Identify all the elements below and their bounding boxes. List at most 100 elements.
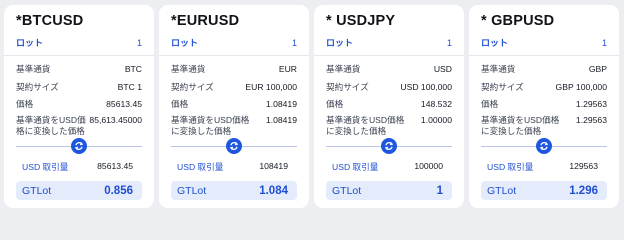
price-row: 価格 148.532 <box>326 99 452 110</box>
usd-converted-price-value: 1.08419 <box>265 115 297 125</box>
base-currency-value: USD <box>433 64 452 74</box>
price-label: 価格 <box>481 99 499 109</box>
base-currency-row: 基準通貨 GBP <box>481 64 607 75</box>
lot-row[interactable]: ロット 1 <box>326 38 452 49</box>
lot-row[interactable]: ロット 1 <box>481 38 607 49</box>
contract-size-label: 契約サイズ <box>326 82 369 92</box>
contract-size-label: 契約サイズ <box>16 82 59 92</box>
contract-size-label: 契約サイズ <box>171 82 214 92</box>
contract-size-row: 契約サイズ BTC 1 <box>16 82 142 93</box>
base-currency-label: 基準通貨 <box>326 64 361 74</box>
usd-converted-price-label: 基準通貨をUSD価格に変換した価格 <box>16 115 86 136</box>
contract-size-value: BTC 1 <box>117 82 142 92</box>
lot-value[interactable]: 1 <box>292 38 297 49</box>
separator <box>4 55 154 56</box>
price-label: 価格 <box>326 99 344 109</box>
swap-arrows-icon <box>384 142 394 150</box>
gtlot-result: GTLot 1 <box>326 181 452 200</box>
gtlot-value: 1 <box>436 184 443 197</box>
gtlot-label: GTLot <box>22 184 52 197</box>
price-label: 価格 <box>171 99 189 109</box>
lot-value[interactable]: 1 <box>602 38 607 49</box>
gtlot-value: 1.084 <box>259 184 288 197</box>
usd-volume-row: USD 取引量 108419 <box>171 161 297 173</box>
symbol-card-btcusd: *BTCUSD ロット 1 基準通貨 BTC 契約サイズ BTC 1 価格 85… <box>4 5 154 208</box>
usd-converted-price-row: 基準通貨をUSD価格に変換した価格 1.00000 <box>326 115 452 136</box>
swap-arrows-icon <box>539 142 549 150</box>
separator <box>314 55 464 56</box>
price-value: 1.29563 <box>575 99 607 109</box>
base-currency-label: 基準通貨 <box>171 64 206 74</box>
contract-size-row: 契約サイズ EUR 100,000 <box>171 82 297 93</box>
usd-volume-label: USD 取引量 <box>22 162 69 172</box>
gtlot-label: GTLot <box>332 184 362 197</box>
swap-button[interactable] <box>226 138 242 154</box>
lot-label: ロット <box>481 38 509 48</box>
base-currency-value: GBP <box>588 64 607 74</box>
card-title: * USDJPY <box>326 13 396 29</box>
base-currency-row: 基準通貨 EUR <box>171 64 297 75</box>
symbol-card-gbpusd: * GBPUSD ロット 1 基準通貨 GBP 契約サイズ GBP 100,00… <box>469 5 619 208</box>
usd-volume-row: USD 取引量 85613.45 <box>16 161 142 173</box>
swap-button[interactable] <box>381 138 397 154</box>
swap-button[interactable] <box>71 138 87 154</box>
usd-volume-row: USD 取引量 129563 <box>481 161 607 173</box>
price-value: 1.08419 <box>265 99 297 109</box>
usd-volume-label: USD 取引量 <box>177 162 224 172</box>
base-currency-value: EUR <box>278 64 297 74</box>
usd-converted-price-value: 1.00000 <box>420 115 452 125</box>
usd-volume-label: USD 取引量 <box>332 162 379 172</box>
usd-converted-price-label: 基準通貨をUSD価格に変換した価格 <box>481 115 560 136</box>
usd-volume-value: 85613.45 <box>97 161 133 171</box>
contract-size-value: USD 100,000 <box>400 82 452 92</box>
gtlot-result: GTLot 1.296 <box>481 181 607 200</box>
separator <box>159 55 309 56</box>
lot-label: ロット <box>171 38 199 48</box>
card-title: *BTCUSD <box>16 13 84 29</box>
swap-button[interactable] <box>536 138 552 154</box>
lot-row[interactable]: ロット 1 <box>171 38 297 49</box>
contract-size-row: 契約サイズ GBP 100,000 <box>481 82 607 93</box>
price-row: 価格 1.29563 <box>481 99 607 110</box>
usd-converted-price-value: 85,613.45000 <box>89 115 142 125</box>
usd-converted-price-row: 基準通貨をUSD価格に変換した価格 85,613.45000 <box>16 115 142 136</box>
contract-size-value: EUR 100,000 <box>245 82 297 92</box>
symbol-card-eurusd: *EURUSD ロット 1 基準通貨 EUR 契約サイズ EUR 100,000… <box>159 5 309 208</box>
contract-size-row: 契約サイズ USD 100,000 <box>326 82 452 93</box>
usd-volume-value: 129563 <box>569 161 598 171</box>
swap-arrows-icon <box>229 142 239 150</box>
price-row: 価格 85613.45 <box>16 99 142 110</box>
lot-label: ロット <box>16 38 44 48</box>
lot-value[interactable]: 1 <box>447 38 452 49</box>
gtlot-label: GTLot <box>487 184 517 197</box>
price-value: 148.532 <box>420 99 452 109</box>
price-value: 85613.45 <box>106 99 142 109</box>
base-currency-value: BTC <box>124 64 142 74</box>
gtlot-value: 1.296 <box>569 184 598 197</box>
separator <box>469 55 619 56</box>
usd-converted-price-label: 基準通貨をUSD価格に変換した価格 <box>326 115 405 136</box>
lot-row[interactable]: ロット 1 <box>16 38 142 49</box>
price-label: 価格 <box>16 99 34 109</box>
lot-value[interactable]: 1 <box>137 38 142 49</box>
usd-volume-value: 108419 <box>259 161 288 171</box>
usd-volume-label: USD 取引量 <box>487 162 534 172</box>
usd-converted-price-row: 基準通貨をUSD価格に変換した価格 1.08419 <box>171 115 297 136</box>
gtlot-value: 0.856 <box>104 184 133 197</box>
usd-converted-price-row: 基準通貨をUSD価格に変換した価格 1.29563 <box>481 115 607 136</box>
base-currency-label: 基準通貨 <box>481 64 516 74</box>
base-currency-row: 基準通貨 BTC <box>16 64 142 75</box>
usd-converted-price-value: 1.29563 <box>575 115 607 125</box>
base-currency-label: 基準通貨 <box>16 64 51 74</box>
contract-size-value: GBP 100,000 <box>555 82 607 92</box>
card-title: *EURUSD <box>171 13 240 29</box>
card-title: * GBPUSD <box>481 13 555 29</box>
gtlot-label: GTLot <box>177 184 207 197</box>
price-row: 価格 1.08419 <box>171 99 297 110</box>
usd-volume-row: USD 取引量 100000 <box>326 161 452 173</box>
contract-size-label: 契約サイズ <box>481 82 524 92</box>
gtlot-result: GTLot 0.856 <box>16 181 142 200</box>
usd-volume-value: 100000 <box>414 161 443 171</box>
gtlot-result: GTLot 1.084 <box>171 181 297 200</box>
symbol-card-usdjpy: * USDJPY ロット 1 基準通貨 USD 契約サイズ USD 100,00… <box>314 5 464 208</box>
